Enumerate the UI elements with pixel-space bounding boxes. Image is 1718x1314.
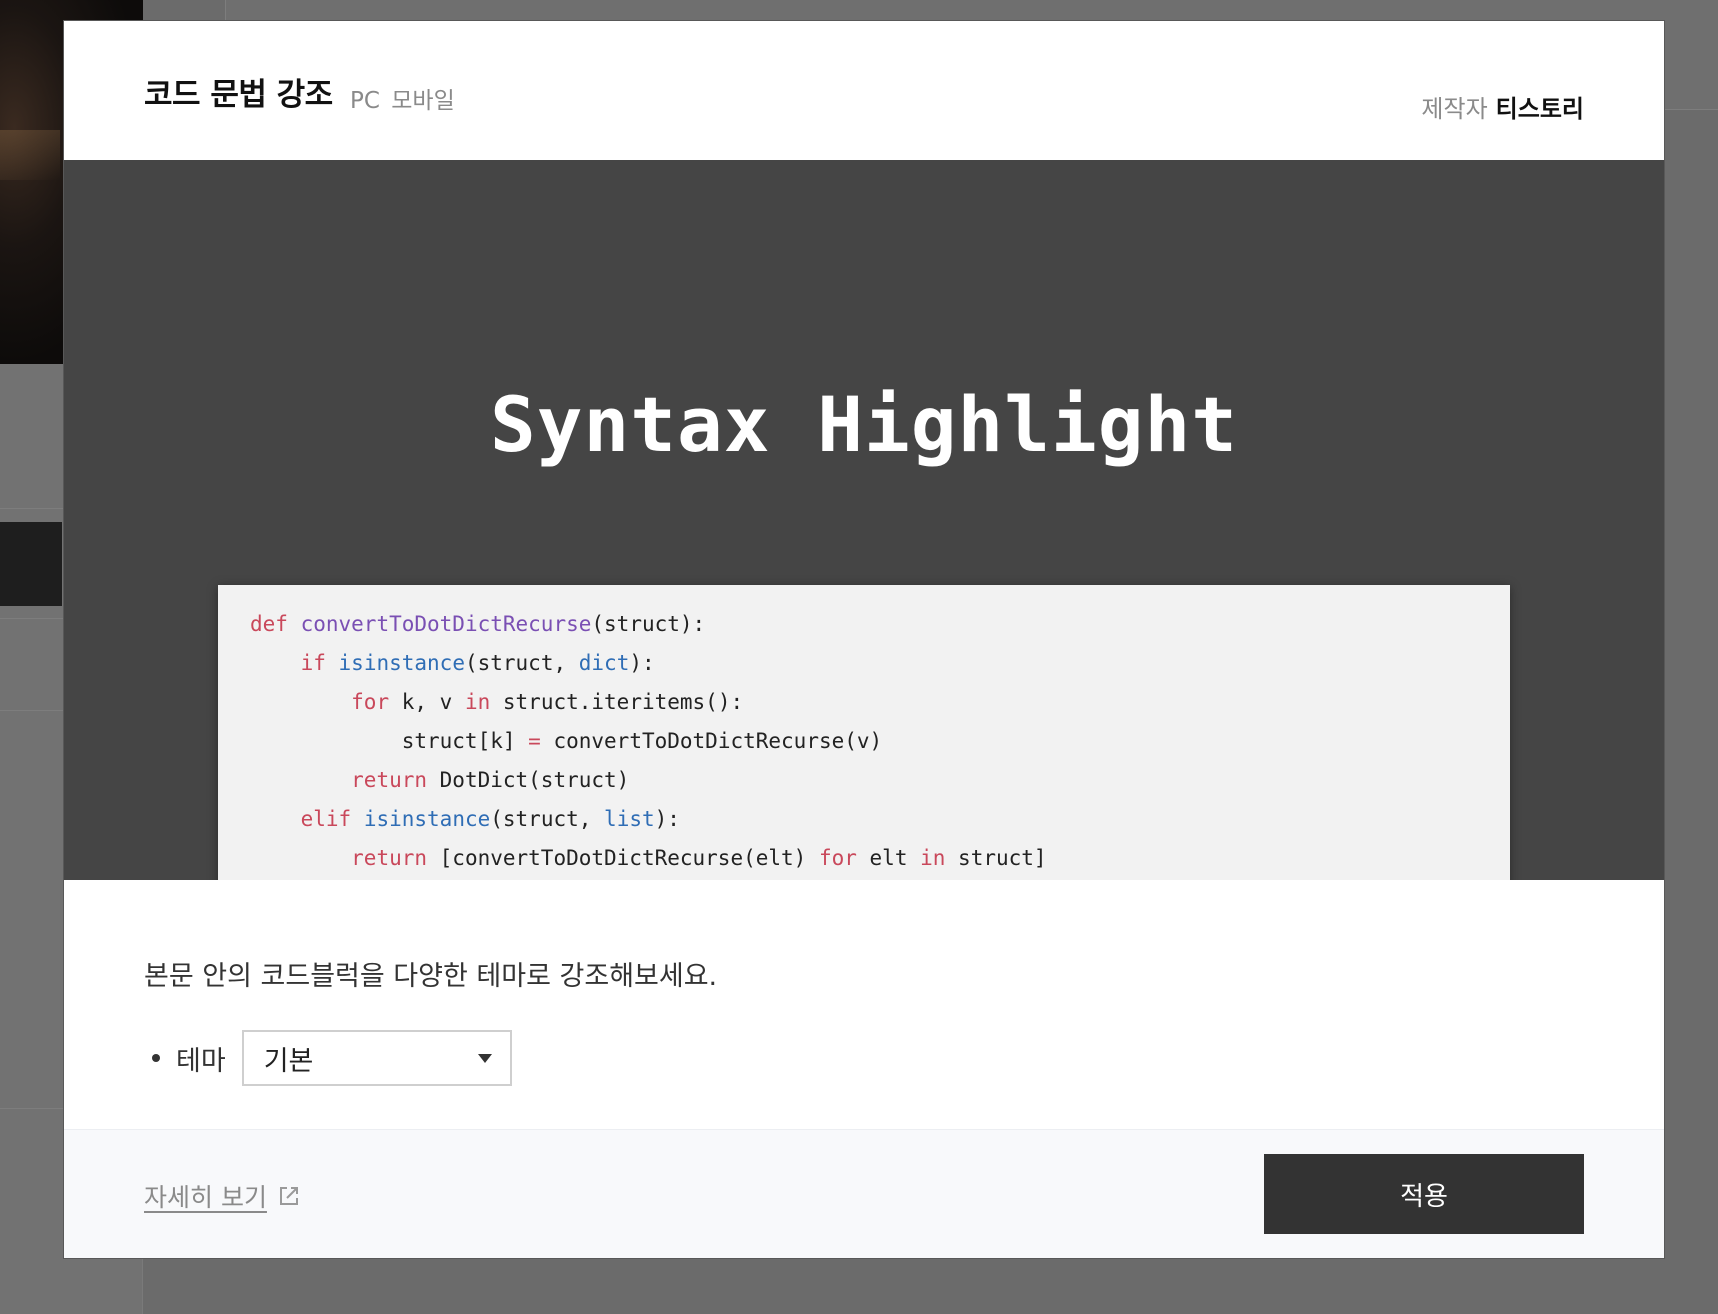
external-link-icon: [279, 1187, 298, 1205]
bullet-icon: [152, 1054, 160, 1062]
detail-link-text: 자세히 보기: [144, 1183, 267, 1212]
plugin-modal: 코드 문법 강조 PC 모바일 제작자 티스토리 Syntax Highlight…: [64, 21, 1664, 1258]
platform-tags: PC 모바일: [350, 81, 459, 115]
code-line: return DotDict(struct): [351, 768, 630, 792]
code-line: def convertToDotDictRecurse(struct):: [250, 612, 706, 636]
code-line: return [convertToDotDictRecurse(elt) for…: [351, 846, 1047, 870]
code-line: struct[k] = convertToDotDictRecurse(v): [250, 729, 883, 753]
plugin-preview: Syntax Highlight def convertToDotDictRec…: [64, 160, 1664, 880]
maker-info: 제작자 티스토리: [1421, 89, 1584, 124]
caret-down-icon: [477, 1053, 492, 1063]
plugin-settings: 본문 안의 코드블럭을 다양한 테마로 강조해보세요. 테마 기본: [64, 880, 1664, 1150]
theme-select[interactable]: 기본: [241, 1030, 512, 1086]
theme-label: 테마: [176, 1045, 226, 1077]
modal-header: 코드 문법 강조 PC 모바일 제작자 티스토리: [64, 21, 1664, 160]
code-line: if isinstance(struct, dict):: [300, 651, 655, 675]
detail-link[interactable]: 자세히 보기: [144, 1178, 301, 1214]
platform-pc: PC: [350, 88, 380, 114]
theme-select-value: 기본: [263, 1045, 314, 1077]
plugin-description: 본문 안의 코드블럭을 다양한 테마로 강조해보세요.: [144, 961, 718, 992]
maker-label: 제작자: [1421, 95, 1488, 123]
platform-mobile: 모바일: [391, 88, 455, 114]
modal-footer: 자세히 보기 적용: [64, 1129, 1664, 1258]
background-dark-block: [0, 522, 62, 606]
code-line: elif isinstance(struct, list):: [300, 807, 680, 831]
code-line: for k, v in struct.iteritems():: [351, 690, 744, 714]
maker-name: 티스토리: [1495, 95, 1584, 123]
code-sample: def convertToDotDictRecurse(struct): if …: [218, 585, 1510, 880]
modal-title: 코드 문법 강조: [144, 77, 333, 113]
preview-title: Syntax Highlight: [489, 380, 1239, 469]
theme-option: 테마 기본: [144, 1030, 512, 1086]
apply-button[interactable]: 적용: [1264, 1154, 1584, 1234]
